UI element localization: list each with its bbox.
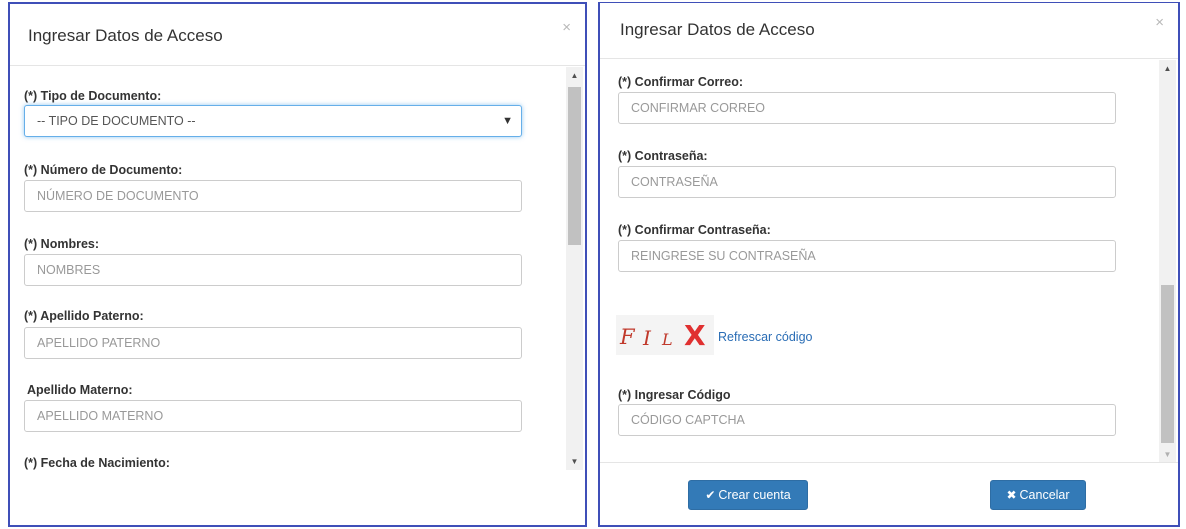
confirm-email-input[interactable]: CONFIRMAR CORREO [618, 92, 1116, 124]
document-type-label: (*) Tipo de Documento: [24, 89, 162, 103]
confirm-email-label: (*) Confirmar Correo: [618, 75, 744, 89]
confirm-password-input[interactable]: REINGRESE SU CONTRASEÑA [618, 240, 1116, 272]
names-input[interactable]: NOMBRES [24, 254, 522, 286]
password-input[interactable]: CONTRASEÑA [618, 166, 1116, 198]
paternal-surname-input[interactable]: APELLIDO PATERNO [24, 327, 522, 359]
modal-header: Ingresar Datos de Acceso × [600, 3, 1178, 59]
document-number-label: (*) Número de Documento: [24, 163, 183, 177]
create-account-button[interactable]: ✔ Crear cuenta [688, 480, 808, 510]
check-icon: ✔ [705, 488, 716, 502]
maternal-surname-placeholder: APELLIDO MATERNO [37, 409, 164, 423]
document-number-input[interactable]: NÚMERO DE DOCUMENTO [24, 180, 522, 212]
names-label: (*) Nombres: [24, 237, 100, 251]
scroll-down-icon[interactable]: ▼ [1159, 446, 1176, 463]
cancel-button[interactable]: ✖ Cancelar [990, 480, 1086, 510]
modal-right: Ingresar Datos de Acceso × (*) Confirmar… [598, 2, 1180, 527]
paternal-surname-placeholder: APELLIDO PATERNO [37, 336, 161, 350]
refresh-code-link[interactable]: Refrescar código [718, 330, 813, 344]
caret-down-icon: ▼ [502, 115, 513, 127]
confirm-email-placeholder: CONFIRMAR CORREO [631, 101, 766, 115]
password-label: (*) Contraseña: [618, 149, 708, 163]
captcha-image: F I L X [616, 315, 714, 355]
captcha-code-input[interactable]: CÓDIGO CAPTCHA [618, 404, 1116, 436]
maternal-surname-label: Apellido Materno: [27, 383, 133, 397]
scroll-up-icon[interactable]: ▲ [566, 67, 583, 84]
captcha-char: X [684, 319, 706, 352]
cross-icon: ✖ [1006, 488, 1017, 502]
scroll-thumb[interactable] [1161, 285, 1174, 443]
captcha-char: L [662, 330, 673, 349]
birth-date-label: (*) Fecha de Nacimiento: [24, 456, 170, 470]
close-icon[interactable]: × [1155, 15, 1164, 30]
create-account-label: Crear cuenta [718, 488, 791, 502]
modal-left: Ingresar Datos de Acceso × (*) Tipo de D… [8, 2, 587, 527]
scroll-thumb[interactable] [568, 87, 581, 245]
cancel-label: Cancelar [1019, 488, 1070, 502]
modal-title: Ingresar Datos de Acceso [620, 20, 815, 39]
modal-body: (*) Confirmar Correo: CONFIRMAR CORREO (… [600, 60, 1178, 463]
password-placeholder: CONTRASEÑA [631, 175, 718, 189]
modal-header: Ingresar Datos de Acceso × [10, 4, 585, 66]
close-icon[interactable]: × [562, 20, 571, 35]
modal-title: Ingresar Datos de Acceso [28, 26, 223, 45]
captcha-code-placeholder: CÓDIGO CAPTCHA [631, 413, 745, 427]
document-number-placeholder: NÚMERO DE DOCUMENTO [37, 189, 199, 203]
scrollbar[interactable]: ▲ ▼ [1159, 60, 1176, 463]
document-type-value: -- TIPO DE DOCUMENTO -- [37, 114, 196, 128]
captcha-char: F [620, 325, 635, 349]
modal-body: (*) Tipo de Documento: -- TIPO DE DOCUME… [10, 67, 585, 470]
document-type-select[interactable]: -- TIPO DE DOCUMENTO -- ▼ [24, 105, 522, 137]
confirm-password-placeholder: REINGRESE SU CONTRASEÑA [631, 249, 816, 263]
modal-footer: ✔ Crear cuenta ✖ Cancelar [600, 462, 1178, 525]
names-placeholder: NOMBRES [37, 263, 101, 277]
captcha-char: I [643, 326, 651, 350]
scroll-down-icon[interactable]: ▼ [566, 453, 583, 470]
scrollbar[interactable]: ▲ ▼ [566, 67, 583, 470]
confirm-password-label: (*) Confirmar Contraseña: [618, 223, 771, 237]
maternal-surname-input[interactable]: APELLIDO MATERNO [24, 400, 522, 432]
scroll-up-icon[interactable]: ▲ [1159, 60, 1176, 77]
captcha-code-label: (*) Ingresar Código [618, 388, 731, 402]
paternal-surname-label: (*) Apellido Paterno: [24, 309, 144, 323]
